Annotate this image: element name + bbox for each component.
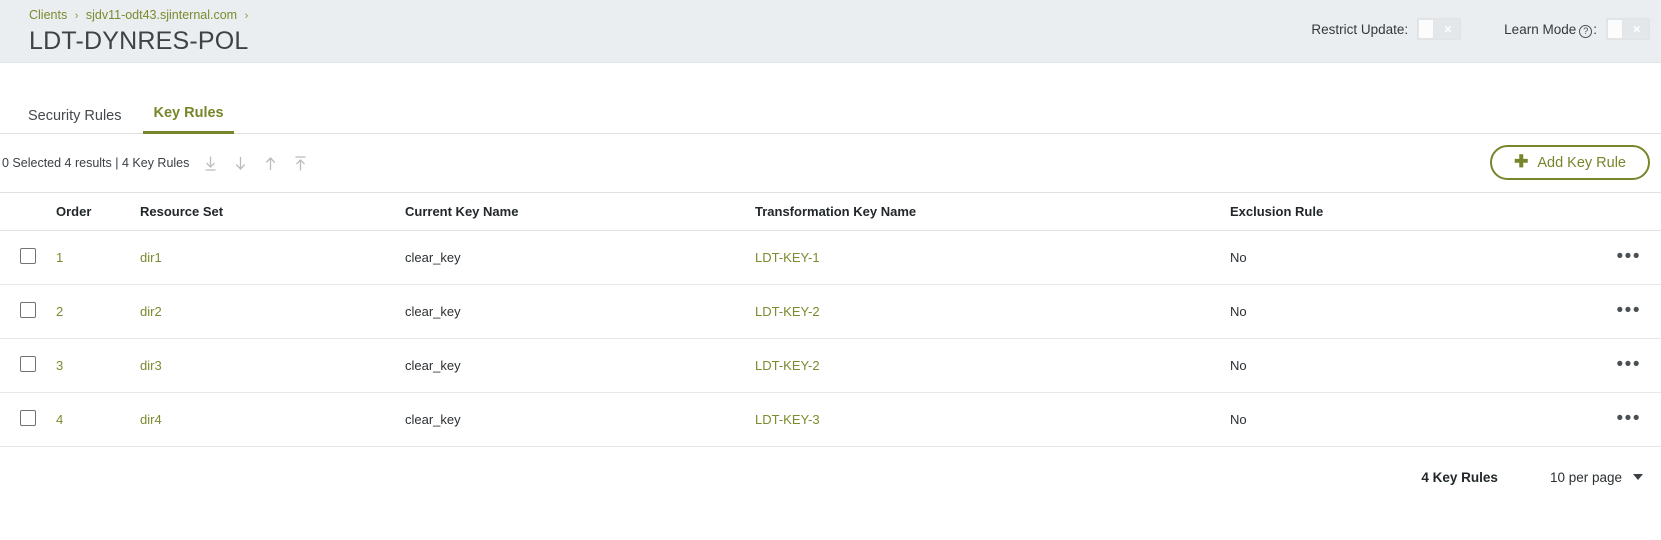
cell-resource-set: dir1 (140, 231, 405, 285)
table-toolbar: 0 Selected 4 results | 4 Key Rules ✚ Add… (0, 134, 1661, 192)
restrict-update-toggle[interactable]: × (1417, 18, 1461, 40)
cell-exclusion-rule: No (1230, 339, 1520, 393)
column-header-select (0, 193, 56, 231)
resource-set-link[interactable]: dir3 (140, 358, 162, 373)
order-link[interactable]: 4 (56, 412, 63, 427)
column-header-resource-set[interactable]: Resource Set (140, 193, 405, 231)
row-checkbox-cell (0, 285, 56, 339)
selection-info: 0 Selected 4 results | 4 Key Rules (2, 156, 189, 170)
header-controls: Restrict Update: × Learn Mode ? : × (1311, 18, 1650, 40)
move-up-icon[interactable] (260, 153, 280, 173)
row-actions-menu-icon[interactable]: ••• (1520, 306, 1661, 316)
row-actions-menu-icon[interactable]: ••• (1520, 360, 1661, 370)
cell-actions: ••• (1520, 339, 1661, 393)
cell-transformation-key: LDT-KEY-2 (755, 339, 1230, 393)
table-footer: 4 Key Rules 10 per page (0, 447, 1661, 507)
column-header-order[interactable]: Order (56, 193, 140, 231)
per-page-label: 10 per page (1550, 470, 1622, 485)
transformation-key-link[interactable]: LDT-KEY-2 (755, 304, 820, 319)
column-header-exclusion-rule[interactable]: Exclusion Rule (1230, 193, 1520, 231)
row-checkbox-cell (0, 393, 56, 447)
table-row[interactable]: 4 dir4 clear_key LDT-KEY-3 No ••• (0, 393, 1661, 447)
add-key-rule-button[interactable]: ✚ Add Key Rule (1490, 145, 1650, 180)
transformation-key-link[interactable]: LDT-KEY-3 (755, 412, 820, 427)
close-icon: × (1444, 23, 1452, 36)
close-icon: × (1633, 23, 1641, 36)
key-rules-table: Order Resource Set Current Key Name Tran… (0, 192, 1661, 447)
transformation-key-link[interactable]: LDT-KEY-2 (755, 358, 820, 373)
learn-mode-colon: : (1593, 22, 1597, 37)
resource-set-link[interactable]: dir4 (140, 412, 162, 427)
cell-current-key-name: clear_key (405, 285, 755, 339)
table-row[interactable]: 2 dir2 clear_key LDT-KEY-2 No ••• (0, 285, 1661, 339)
move-to-bottom-icon[interactable] (200, 153, 220, 173)
row-checkbox[interactable] (20, 410, 36, 426)
row-checkbox[interactable] (20, 302, 36, 318)
cell-current-key-name: clear_key (405, 393, 755, 447)
table-header: Order Resource Set Current Key Name Tran… (0, 193, 1661, 231)
order-link[interactable]: 2 (56, 304, 63, 319)
cell-actions: ••• (1520, 285, 1661, 339)
breadcrumb-separator-2: › (245, 10, 249, 22)
page-root: Clients › sjdv11-odt43.sjinternal.com › … (0, 0, 1661, 540)
tab-bar: Security Rules Key Rules (0, 89, 1661, 134)
row-actions-menu-icon[interactable]: ••• (1520, 252, 1661, 262)
page-header: Clients › sjdv11-odt43.sjinternal.com › … (0, 0, 1661, 63)
add-key-rule-label: Add Key Rule (1537, 155, 1626, 171)
cell-resource-set: dir4 (140, 393, 405, 447)
breadcrumb-item-clients[interactable]: Clients (29, 8, 67, 22)
restrict-update-label: Restrict Update: (1311, 22, 1408, 37)
tab-security-rules[interactable]: Security Rules (18, 108, 131, 134)
table-row[interactable]: 3 dir3 clear_key LDT-KEY-2 No ••• (0, 339, 1661, 393)
chevron-down-icon (1633, 474, 1643, 480)
cell-actions: ••• (1520, 393, 1661, 447)
restrict-update-toggle-knob (1418, 19, 1434, 39)
cell-order: 1 (56, 231, 140, 285)
total-count-label: 4 Key Rules (1421, 470, 1498, 485)
table-row[interactable]: 1 dir1 clear_key LDT-KEY-1 No ••• (0, 231, 1661, 285)
cell-exclusion-rule: No (1230, 393, 1520, 447)
cell-actions: ••• (1520, 231, 1661, 285)
help-icon[interactable]: ? (1579, 25, 1592, 38)
column-header-current-key-name[interactable]: Current Key Name (405, 193, 755, 231)
cell-transformation-key: LDT-KEY-1 (755, 231, 1230, 285)
column-header-actions (1520, 193, 1661, 231)
reorder-actions (200, 153, 310, 173)
breadcrumb-separator-1: › (75, 10, 79, 22)
tab-key-rules[interactable]: Key Rules (143, 105, 233, 134)
resource-set-link[interactable]: dir1 (140, 250, 162, 265)
move-down-icon[interactable] (230, 153, 250, 173)
cell-order: 4 (56, 393, 140, 447)
plus-icon: ✚ (1514, 153, 1528, 170)
learn-mode-label: Learn Mode (1504, 22, 1576, 37)
row-actions-menu-icon[interactable]: ••• (1520, 414, 1661, 424)
row-checkbox[interactable] (20, 248, 36, 264)
transformation-key-link[interactable]: LDT-KEY-1 (755, 250, 820, 265)
row-checkbox-cell (0, 339, 56, 393)
cell-current-key-name: clear_key (405, 231, 755, 285)
move-to-top-icon[interactable] (290, 153, 310, 173)
breadcrumb-item-host[interactable]: sjdv11-odt43.sjinternal.com (86, 8, 237, 22)
cell-transformation-key: LDT-KEY-2 (755, 285, 1230, 339)
cell-resource-set: dir2 (140, 285, 405, 339)
order-link[interactable]: 3 (56, 358, 63, 373)
resource-set-link[interactable]: dir2 (140, 304, 162, 319)
cell-order: 2 (56, 285, 140, 339)
per-page-selector[interactable]: 10 per page (1550, 470, 1643, 485)
row-checkbox[interactable] (20, 356, 36, 372)
cell-transformation-key: LDT-KEY-3 (755, 393, 1230, 447)
table-body: 1 dir1 clear_key LDT-KEY-1 No ••• 2 dir2… (0, 231, 1661, 447)
cell-current-key-name: clear_key (405, 339, 755, 393)
learn-mode-toggle-knob (1607, 19, 1623, 39)
cell-resource-set: dir3 (140, 339, 405, 393)
column-header-transformation-key[interactable]: Transformation Key Name (755, 193, 1230, 231)
cell-order: 3 (56, 339, 140, 393)
order-link[interactable]: 1 (56, 250, 63, 265)
learn-mode-toggle[interactable]: × (1606, 18, 1650, 40)
cell-exclusion-rule: No (1230, 285, 1520, 339)
row-checkbox-cell (0, 231, 56, 285)
table-header-row: Order Resource Set Current Key Name Tran… (0, 193, 1661, 231)
cell-exclusion-rule: No (1230, 231, 1520, 285)
